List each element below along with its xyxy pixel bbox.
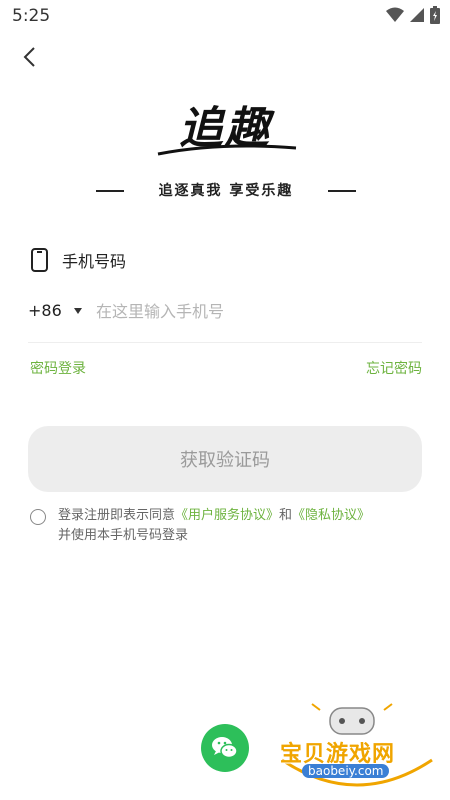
slogan-text: 追逐真我 享受乐趣 bbox=[158, 183, 294, 199]
signal-icon bbox=[410, 8, 424, 22]
slogan-row: 追逐真我 享受乐趣 bbox=[96, 180, 356, 202]
agreement-suffix: 并使用本手机号码登录 bbox=[58, 528, 189, 543]
forgot-password-link[interactable]: 忘记密码 bbox=[366, 358, 422, 378]
logo-swoosh bbox=[157, 144, 297, 156]
user-agreement-link[interactable]: 《用户服务协议》 bbox=[175, 508, 279, 523]
dropdown-arrow-icon bbox=[73, 307, 82, 314]
agreement-prefix: 登录注册即表示同意 bbox=[58, 508, 176, 523]
phone-label-row: 手机号码 bbox=[30, 247, 126, 273]
status-icons bbox=[386, 6, 440, 24]
watermark-url: baobeiy.com bbox=[302, 764, 390, 778]
password-login-link[interactable]: 密码登录 bbox=[30, 358, 86, 378]
phone-label: 手机号码 bbox=[62, 252, 127, 271]
country-code: +86 bbox=[28, 301, 62, 320]
wechat-icon bbox=[212, 737, 238, 759]
status-bar: 5:25 bbox=[0, 0, 450, 32]
app-logo: 追趣 bbox=[150, 92, 300, 162]
battery-icon bbox=[430, 6, 440, 24]
agreement-text: 登录注册即表示同意《用户服务协议》和《隐私协议》 并使用本手机号码登录 bbox=[58, 506, 428, 546]
slogan-line-right bbox=[328, 190, 356, 192]
status-time: 5:25 bbox=[12, 6, 51, 26]
wifi-icon bbox=[386, 7, 404, 22]
wechat-login-button[interactable] bbox=[201, 724, 249, 772]
input-divider bbox=[28, 342, 422, 343]
country-code-selector[interactable]: +86 bbox=[28, 301, 82, 320]
privacy-agreement-link[interactable]: 《隐私协议》 bbox=[292, 508, 370, 523]
back-arrow-icon[interactable] bbox=[18, 44, 44, 70]
watermark: 宝贝游戏网 baobeiy.com bbox=[272, 700, 442, 800]
phone-icon bbox=[31, 248, 48, 272]
agreement-checkbox[interactable] bbox=[30, 509, 46, 525]
get-code-button[interactable]: 获取验证码 bbox=[28, 426, 422, 492]
agreement-and: 和 bbox=[279, 508, 293, 523]
phone-input[interactable] bbox=[96, 298, 416, 324]
